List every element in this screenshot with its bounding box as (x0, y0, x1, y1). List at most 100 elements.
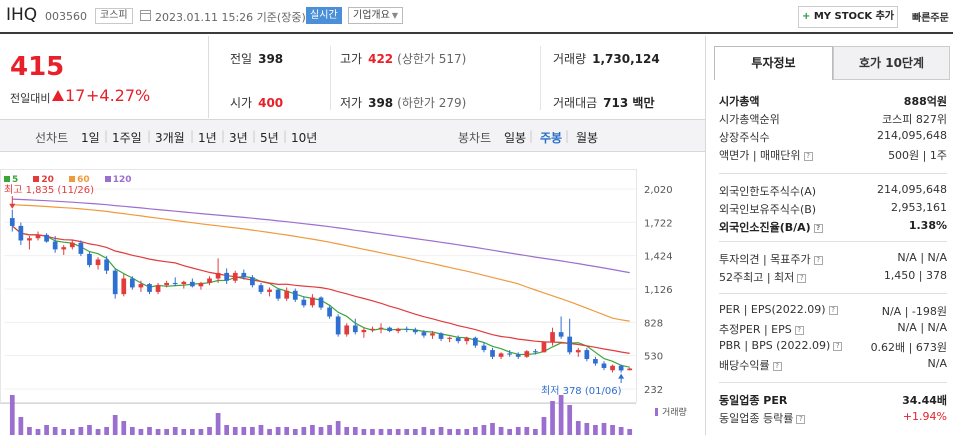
help-icon[interactable]: ? (833, 341, 843, 351)
info-tabs: 투자정보 호가 10단계 (714, 46, 950, 80)
legend-swatch (4, 176, 10, 182)
volume-label: 거래량 (662, 406, 687, 418)
change-label: 전일대비 (10, 92, 51, 105)
volume-bar (284, 427, 290, 435)
volume-bar (584, 423, 590, 435)
candle-weekly[interactable]: 주봉 (540, 129, 562, 146)
help-icon[interactable]: ? (772, 361, 782, 371)
legend-swatch (104, 176, 111, 182)
volume-bar (215, 413, 221, 435)
volume-bar (430, 429, 435, 435)
low-price: 저가 398 (하한가 279) (340, 94, 466, 111)
period-3y[interactable]: 3년 (229, 129, 248, 146)
volume-bar (310, 425, 315, 435)
corp-overview-dropdown[interactable]: 기업개요 ▼ (348, 7, 403, 24)
candle-body (95, 259, 101, 266)
candle-body (498, 353, 504, 357)
help-icon[interactable]: ? (813, 223, 823, 233)
period-3m[interactable]: 3개월 (155, 129, 185, 146)
trade-amount-value: 713 백만 (603, 96, 655, 110)
change-value: 17 (52, 86, 85, 105)
legend-ma5: 5 (4, 175, 24, 185)
info-row-label: 시가총액순위 (719, 113, 780, 126)
volume: 거래량 1,730,124 (553, 50, 660, 67)
period-1y[interactable]: 1년 (198, 129, 217, 146)
tab-orderbook[interactable]: 호가 10단계 (833, 46, 950, 80)
period-10y[interactable]: 10년 (291, 129, 317, 146)
volume-bar (558, 395, 564, 435)
divider (719, 173, 947, 174)
candle-body (627, 368, 633, 371)
low-annotation: 최저 378 (01/06) (541, 385, 622, 397)
info-row-label: 동일업종 등락률? (719, 410, 806, 426)
candle-body (361, 329, 367, 333)
volume-bar (267, 429, 272, 435)
volume-bar (138, 429, 144, 435)
candle-body (541, 342, 547, 353)
period-5y[interactable]: 5년 (260, 129, 279, 146)
volume-bar (78, 427, 84, 435)
info-row-value: 34.44배 (902, 394, 947, 407)
candle-body (301, 299, 307, 306)
help-icon[interactable]: ? (796, 414, 806, 424)
period-1d[interactable]: 1일 (81, 129, 100, 146)
y-tick-label: 1,722 (644, 218, 673, 229)
info-row-label: 투자의견 | 목표주가? (719, 251, 823, 267)
volume-value: 1,730,124 (592, 52, 660, 66)
volume-bar (395, 429, 401, 435)
info-row-label: 상장주식수 (719, 131, 770, 144)
divider: | (565, 129, 570, 143)
divider (540, 46, 541, 110)
help-icon[interactable]: ? (797, 273, 807, 283)
prev-close-value: 398 (258, 52, 284, 66)
candle-body (327, 307, 332, 317)
realtime-button[interactable]: 실시간 (306, 7, 342, 24)
candle-body (387, 327, 392, 332)
open-price: 시가 400 (230, 94, 283, 111)
info-row: 외국인소진율(B/A)? 1.38% (719, 219, 947, 237)
period-1w[interactable]: 1주일 (112, 129, 142, 146)
volume-bar (207, 427, 212, 435)
stock-chart[interactable]: 5 20 60 120 2,020 1,722 1,424 1,126 828 530 23… (0, 153, 705, 435)
info-row-label: 외국인한도주식수(A) (719, 185, 817, 198)
add-my-stock-button[interactable]: + MY STOCK 추가 (798, 6, 898, 28)
tab-invest-info[interactable]: 투자정보 (714, 46, 833, 80)
candle-body (267, 289, 272, 292)
legend-swatch (69, 176, 76, 182)
candle-body (310, 297, 315, 306)
candle-body (104, 259, 109, 271)
quick-order-link[interactable]: 빠른주문 (912, 9, 949, 24)
candle-body (44, 234, 49, 242)
volume-bar (69, 429, 75, 435)
info-row-label: 동일업종 PER (719, 394, 788, 407)
volume-bar (275, 427, 281, 435)
legend-ma120-label: 120 (112, 175, 132, 185)
candle-monthly[interactable]: 월봉 (576, 129, 598, 146)
trade-amount: 거래대금 713 백만 (553, 94, 654, 111)
candle-body (558, 332, 564, 337)
candle-body (35, 234, 41, 239)
plus-icon: + (801, 11, 811, 22)
volume-bar (618, 427, 624, 435)
divider: | (147, 129, 152, 143)
volume-bar (95, 429, 101, 435)
candle-body (250, 277, 255, 286)
volume-bar (198, 429, 204, 435)
volume-bar (387, 429, 392, 435)
price-summary: 전일 398 고가 422 (상한가 517) 거래량 1,730,124 시가 400 … (210, 36, 705, 118)
help-icon[interactable]: ? (828, 305, 838, 315)
help-icon[interactable]: ? (794, 325, 804, 335)
info-row-value: N/A | -198원 (881, 305, 947, 318)
candle-body (481, 345, 487, 351)
upper-limit: (상한가 517) (397, 52, 467, 66)
calendar-icon (140, 10, 151, 21)
candle-daily[interactable]: 일봉 (504, 129, 526, 146)
help-icon[interactable]: ? (813, 255, 823, 265)
legend-ma5-label: 5 (12, 175, 19, 185)
candle-body (121, 278, 127, 295)
volume-bar (610, 425, 615, 435)
ma-line-20 (11, 225, 630, 354)
volume-bar (35, 429, 41, 435)
help-icon[interactable]: ? (803, 151, 813, 161)
candle-body (335, 316, 341, 335)
